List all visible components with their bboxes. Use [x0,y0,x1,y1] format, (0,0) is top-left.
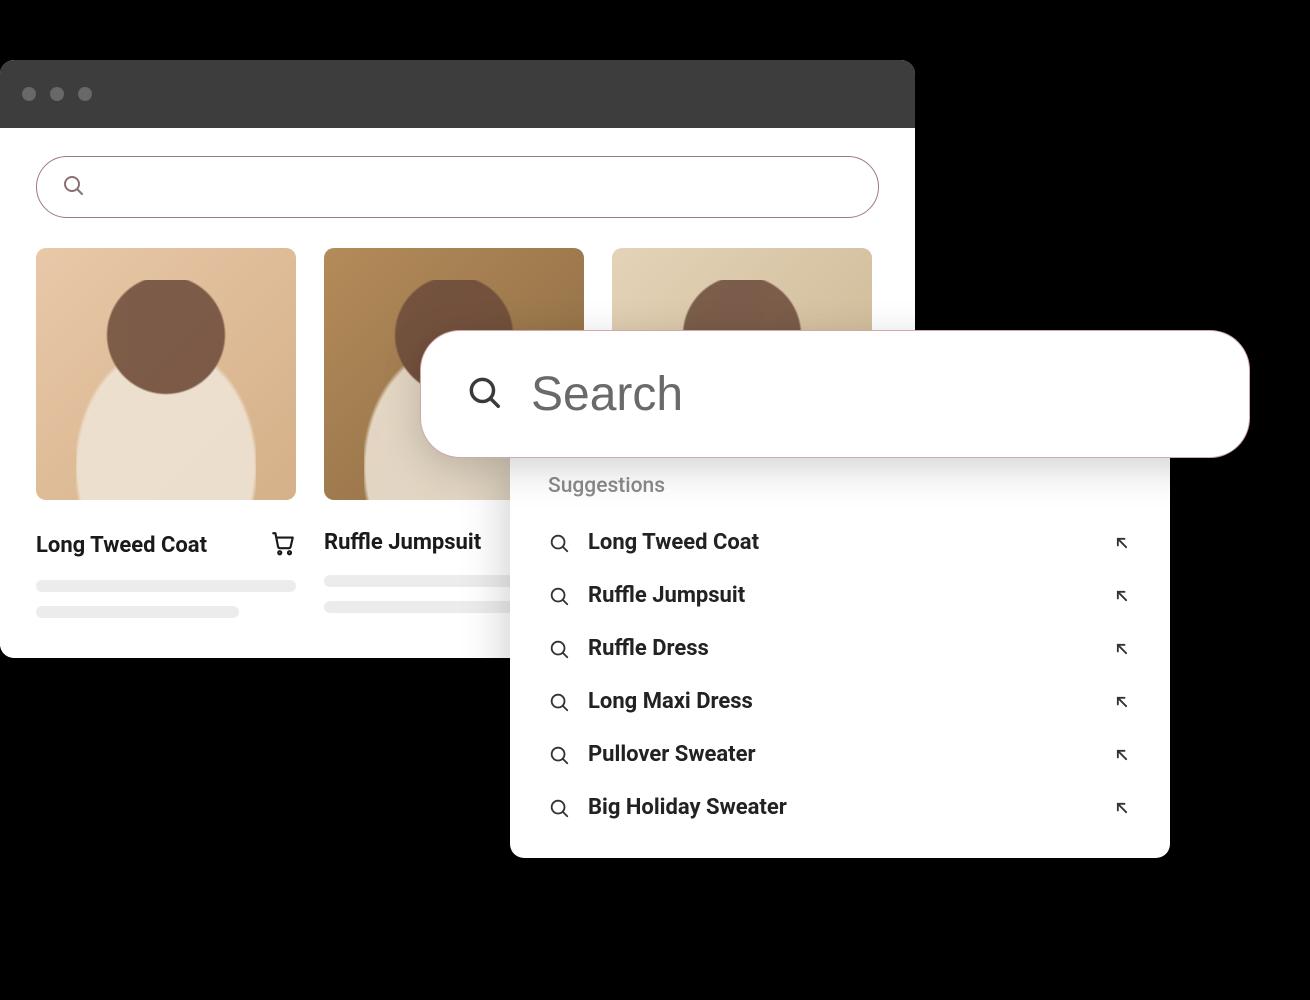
window-control-minimize[interactable] [50,87,64,101]
search-icon [548,585,570,607]
arrow-up-left-icon [1112,533,1132,553]
cart-icon[interactable] [270,530,296,560]
top-search-bar[interactable] [36,156,879,218]
suggestion-item[interactable]: Pullover Sweater [548,728,1132,781]
suggestion-label: Ruffle Dress [588,636,1094,661]
suggestion-label: Ruffle Jumpsuit [588,583,1094,608]
suggestion-item[interactable]: Long Maxi Dress [548,675,1132,728]
product-title: Long Tweed Coat [36,533,207,558]
suggestion-label: Pullover Sweater [588,742,1094,767]
skeleton-line [36,580,296,592]
skeleton-line [324,601,527,613]
suggestion-label: Long Tweed Coat [588,530,1094,555]
arrow-up-left-icon [1112,798,1132,818]
window-titlebar [0,60,915,128]
search-icon [548,691,570,713]
overlay-search-input[interactable] [531,367,1205,422]
suggestion-label: Big Holiday Sweater [588,795,1094,820]
suggestions-panel: Suggestions Long Tweed Coat Ruffle Jumps… [510,440,1170,858]
product-card[interactable]: Long Tweed Coat [36,248,296,618]
search-icon [548,797,570,819]
suggestion-item[interactable]: Long Tweed Coat [548,516,1132,569]
top-search-input[interactable] [99,177,854,198]
search-icon [548,638,570,660]
arrow-up-left-icon [1112,745,1132,765]
suggestions-heading: Suggestions [548,474,1132,498]
skeleton-line [36,606,239,618]
search-icon [465,373,503,415]
window-control-maximize[interactable] [78,87,92,101]
arrow-up-left-icon [1112,692,1132,712]
search-icon [548,744,570,766]
search-icon [61,173,85,201]
arrow-up-left-icon [1112,639,1132,659]
suggestion-item[interactable]: Ruffle Dress [548,622,1132,675]
suggestion-item[interactable]: Big Holiday Sweater [548,781,1132,834]
product-title: Ruffle Jumpsuit [324,530,481,555]
window-control-close[interactable] [22,87,36,101]
overlay-search-bar[interactable] [420,330,1250,458]
suggestion-label: Long Maxi Dress [588,689,1094,714]
suggestion-item[interactable]: Ruffle Jumpsuit [548,569,1132,622]
search-icon [548,532,570,554]
product-image[interactable] [36,248,296,500]
search-overlay: Suggestions Long Tweed Coat Ruffle Jumps… [420,330,1250,458]
arrow-up-left-icon [1112,586,1132,606]
